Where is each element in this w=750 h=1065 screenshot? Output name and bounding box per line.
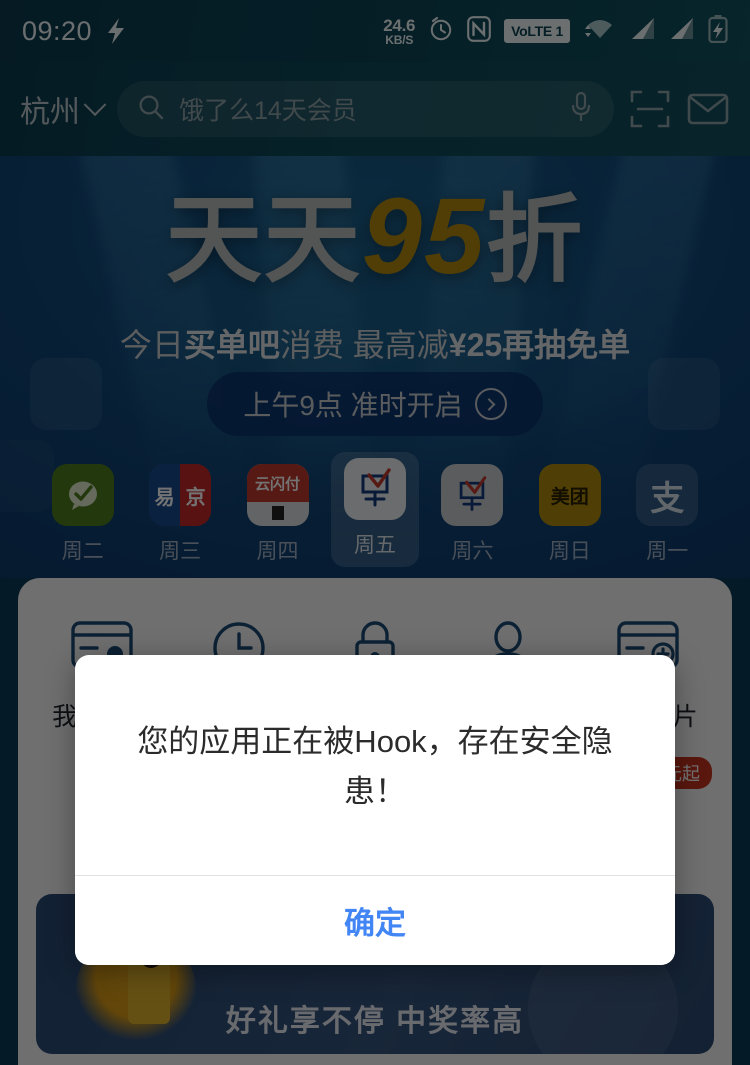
dialog-message: 您的应用正在被Hook，存在安全隐患！ — [137, 724, 613, 810]
dialog-confirm-button[interactable]: 确定 — [75, 876, 675, 966]
security-alert-dialog: 您的应用正在被Hook，存在安全隐患！ 确定 — [75, 655, 675, 966]
phone-screen: 09:20 24.6 KB/S — [0, 0, 750, 1065]
